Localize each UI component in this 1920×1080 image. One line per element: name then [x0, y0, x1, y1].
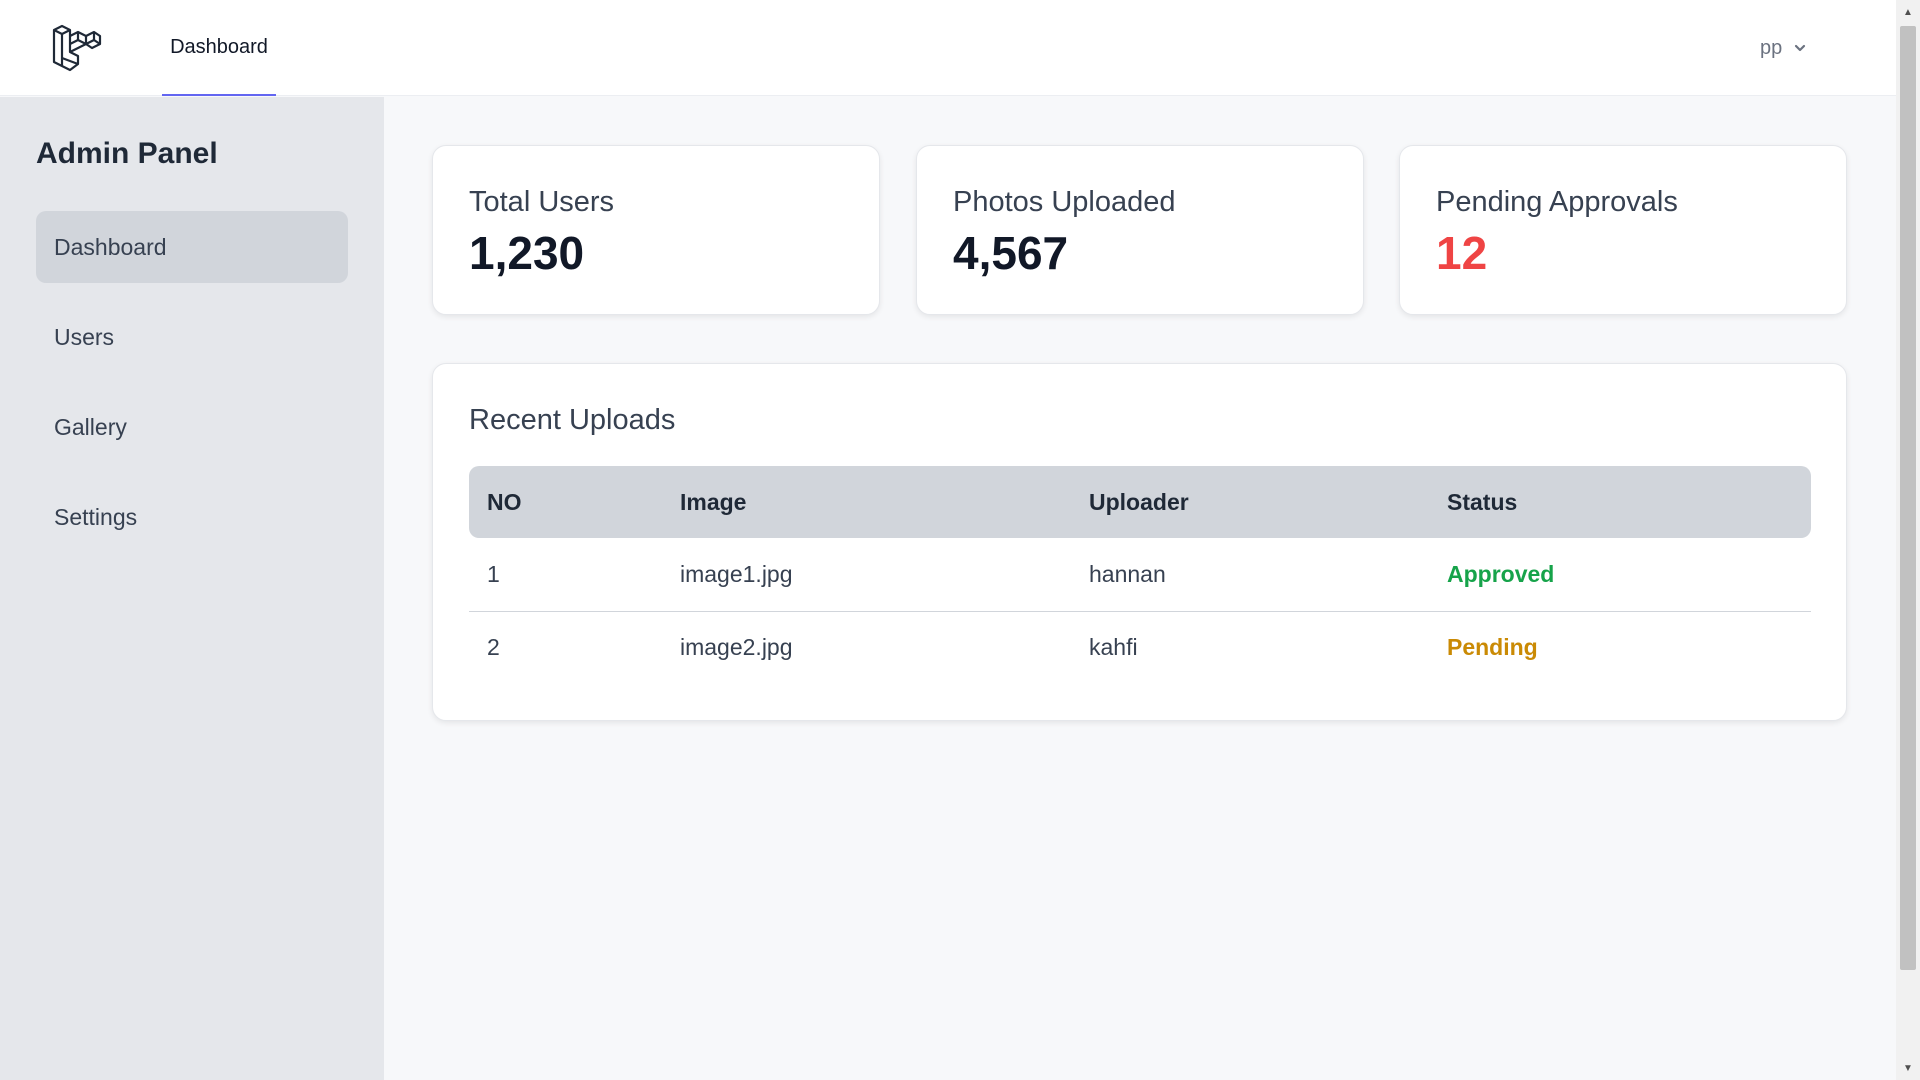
scrollbar-thumb[interactable]	[1900, 26, 1916, 970]
sidebar-item-dashboard[interactable]: Dashboard	[36, 211, 348, 283]
chevron-down-icon	[1795, 44, 1806, 52]
table-header-row: NO Image Uploader Status	[469, 466, 1811, 538]
stat-card-pending-approvals: Pending Approvals 12	[1399, 145, 1847, 315]
user-name: pp	[1760, 36, 1783, 59]
stat-card-photos-uploaded: Photos Uploaded 4,567	[916, 145, 1364, 315]
column-header-uploader: Uploader	[1089, 488, 1189, 515]
table-row[interactable]: 2 image2.jpg kahfi Pending	[469, 611, 1811, 684]
stat-label: Total Users	[469, 186, 615, 218]
nav-link-dashboard[interactable]: Dashboard	[162, 0, 276, 96]
sidebar: Admin Panel Dashboard Users Gallery Sett…	[0, 97, 384, 1080]
cell-no: 2	[487, 634, 500, 661]
top-navigation: Dashboard pp	[0, 0, 1896, 96]
status-badge: Approved	[1429, 538, 1811, 612]
column-header-no: NO	[487, 488, 522, 515]
column-header-image: Image	[680, 488, 747, 515]
stat-label: Photos Uploaded	[953, 186, 1176, 218]
stat-label: Pending Approvals	[1436, 186, 1678, 218]
sidebar-title: Admin Panel	[36, 137, 218, 170]
laravel-logo-icon[interactable]	[50, 22, 102, 74]
scroll-up-arrow-icon[interactable]: ▲	[1896, 0, 1920, 24]
cell-uploader: kahfi	[1089, 634, 1138, 661]
stat-value: 12	[1436, 227, 1488, 279]
sidebar-item-users[interactable]: Users	[36, 301, 348, 373]
vertical-scrollbar[interactable]: ▲ ▼	[1896, 0, 1920, 1080]
table-row[interactable]: 1 image1.jpg hannan Approved	[469, 538, 1811, 612]
scroll-down-arrow-icon[interactable]: ▼	[1896, 1056, 1920, 1080]
uploads-table: NO Image Uploader Status 1 image1.jpg ha…	[469, 466, 1811, 684]
user-menu-dropdown[interactable]: pp	[1760, 30, 1808, 66]
sidebar-item-settings[interactable]: Settings	[36, 481, 348, 553]
sidebar-item-gallery[interactable]: Gallery	[36, 391, 348, 463]
recent-uploads-card: Recent Uploads NO Image Uploader Status …	[432, 363, 1847, 721]
cell-no: 1	[469, 538, 662, 612]
status-badge: Pending	[1447, 634, 1538, 661]
cell-uploader: hannan	[1071, 538, 1429, 612]
section-title: Recent Uploads	[469, 404, 676, 436]
cell-image: image2.jpg	[680, 634, 793, 661]
stat-value: 4,567	[953, 227, 1069, 279]
column-header-status: Status	[1447, 488, 1518, 515]
cell-image: image1.jpg	[662, 538, 1071, 612]
stat-card-total-users: Total Users 1,230	[432, 145, 880, 315]
stat-value: 1,230	[469, 227, 585, 279]
